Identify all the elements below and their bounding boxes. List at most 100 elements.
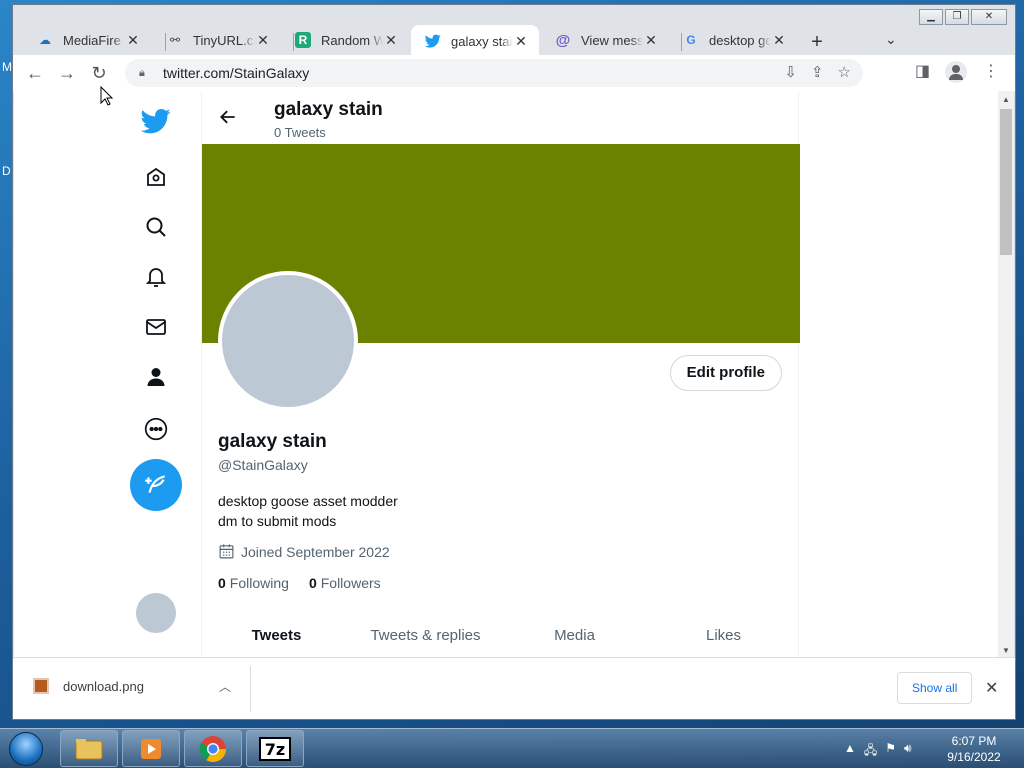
tab-tweets[interactable]: Tweets xyxy=(202,607,351,657)
tab-galaxy-stain[interactable]: galaxy stain ✕ xyxy=(411,25,539,57)
back-button[interactable]: ← xyxy=(23,61,47,85)
joined-date: Joined September 2022 xyxy=(218,543,390,560)
taskbar-clock[interactable]: 6:07 PM 9/16/2022 xyxy=(934,733,1014,765)
chrome-icon xyxy=(199,735,227,762)
scrollbar-thumb[interactable] xyxy=(1000,109,1012,255)
url-text: twitter.com/StainGalaxy xyxy=(163,65,310,81)
profile-person-icon[interactable] xyxy=(136,357,176,397)
clock-date: 9/16/2022 xyxy=(947,750,1001,764)
download-filename: download.png xyxy=(63,678,144,694)
action-center-flag-icon[interactable]: ⚑ xyxy=(885,741,896,762)
tab-title: MediaFire - xyxy=(63,32,125,48)
tab-random-words[interactable]: R Random Wo ✕ xyxy=(281,25,409,55)
volume-icon[interactable]: 🔊︎ xyxy=(904,741,912,762)
follow-stats: 0 Following 0 Followers xyxy=(218,575,381,591)
mediafire-icon: ☁ xyxy=(39,33,51,47)
bookmark-star-icon[interactable]: ☆ xyxy=(838,63,851,81)
taskbar-chrome[interactable] xyxy=(184,730,242,767)
tab-close-icon[interactable]: ✕ xyxy=(255,32,271,49)
tab-title: desktop goo xyxy=(709,32,771,48)
mouse-cursor-icon xyxy=(100,86,114,106)
explore-search-icon[interactable] xyxy=(136,207,176,247)
system-tray: ▲ 🖧 ⚑ 🔊︎ xyxy=(844,741,912,762)
tinyurl-icon: ⚯ xyxy=(169,33,181,47)
account-avatar[interactable] xyxy=(136,593,176,633)
download-options-caret-icon[interactable]: ︿ xyxy=(219,678,231,695)
tab-likes[interactable]: Likes xyxy=(649,607,798,657)
start-button[interactable] xyxy=(4,729,48,768)
tab-view-messages[interactable]: @ View messa ✕ xyxy=(541,25,669,55)
windows-taskbar: 7z ▲ 🖧 ⚑ 🔊︎ 6:07 PM 9/16/2022 xyxy=(0,728,1024,768)
taskbar-explorer[interactable] xyxy=(60,730,118,767)
scroll-down-arrow-icon[interactable]: ▼ xyxy=(1002,646,1010,655)
windows-logo-icon xyxy=(9,732,43,766)
calendar-icon xyxy=(219,544,234,559)
menu-kebab-icon[interactable]: ⋮ xyxy=(983,61,999,81)
download-item[interactable]: download.png xyxy=(33,678,144,694)
tab-close-icon[interactable]: ✕ xyxy=(771,32,787,49)
profile-avatar[interactable] xyxy=(218,271,358,411)
google-icon: G xyxy=(686,33,696,47)
profile-tabs: Tweets Tweets & replies Media Likes xyxy=(202,607,798,657)
tab-close-icon[interactable]: ✕ xyxy=(643,32,659,49)
tab-mediafire[interactable]: ☁ MediaFire - ✕ xyxy=(23,25,151,55)
profile-avatar-icon[interactable] xyxy=(945,61,967,83)
download-shelf: download.png ︿ Show all ✕ xyxy=(13,657,1015,719)
share-icon[interactable]: ⇪ xyxy=(811,63,824,81)
tab-media[interactable]: Media xyxy=(500,607,649,657)
more-options-icon[interactable] xyxy=(136,409,176,449)
reload-button[interactable]: ↻ xyxy=(87,61,111,85)
profile-display-name: galaxy stain xyxy=(218,431,327,452)
svg-text:7z: 7z xyxy=(265,740,285,759)
at-sign-icon: @ xyxy=(555,31,571,49)
tab-google-search[interactable]: G desktop goo ✕ xyxy=(669,25,797,55)
page-viewport: galaxy stain 0 Tweets Edit profile galax… xyxy=(14,91,1014,657)
messages-envelope-icon[interactable] xyxy=(136,307,176,347)
compose-tweet-button[interactable] xyxy=(130,459,182,511)
followers-link[interactable]: 0 Followers xyxy=(309,575,381,591)
tab-tweets-replies[interactable]: Tweets & replies xyxy=(351,607,500,657)
page-scrollbar[interactable]: ▲ ▼ xyxy=(998,91,1014,657)
back-arrow-icon[interactable] xyxy=(218,107,238,127)
header-tweet-count: 0 Tweets xyxy=(274,125,326,140)
twitter-logo-icon[interactable] xyxy=(136,101,176,141)
profile-header: galaxy stain 0 Tweets xyxy=(202,91,798,144)
tab-title: TinyURL.com xyxy=(193,32,255,48)
following-count: 0 xyxy=(218,575,226,591)
tab-search-chevron-icon[interactable]: ⌄ xyxy=(885,31,897,48)
tab-close-icon[interactable]: ✕ xyxy=(513,33,529,50)
tab-title: galaxy stain xyxy=(451,33,513,49)
clock-time: 6:07 PM xyxy=(951,734,997,748)
tab-title: View messa xyxy=(581,32,643,48)
tab-tinyurl[interactable]: ⚯ TinyURL.com ✕ xyxy=(153,25,281,55)
profile-handle: @StainGalaxy xyxy=(218,457,308,473)
omnibox-actions: ⇩ ⇪ ☆ xyxy=(784,63,851,81)
browser-window: ▁ ❐ ✕ ☁ MediaFire - ✕ ⚯ TinyURL.com ✕ R … xyxy=(12,4,1016,720)
network-icon[interactable]: 🖧 xyxy=(864,741,877,762)
header-display-name: galaxy stain xyxy=(274,99,383,120)
forward-button[interactable]: → xyxy=(55,61,79,85)
show-all-downloads-button[interactable]: Show all xyxy=(897,672,973,704)
close-download-shelf-icon[interactable]: ✕ xyxy=(985,678,998,698)
folder-icon xyxy=(75,738,103,759)
taskbar-7zip[interactable]: 7z xyxy=(246,730,304,767)
install-app-icon[interactable]: ⇩ xyxy=(784,63,797,81)
profile-column: galaxy stain 0 Tweets Edit profile galax… xyxy=(201,91,800,657)
feather-plus-icon xyxy=(145,475,165,493)
tab-close-icon[interactable]: ✕ xyxy=(383,32,399,49)
followers-label: Followers xyxy=(320,575,381,591)
home-icon[interactable] xyxy=(136,157,176,197)
tab-close-icon[interactable]: ✕ xyxy=(125,32,141,49)
image-file-icon xyxy=(33,678,49,694)
notifications-bell-icon[interactable] xyxy=(136,257,176,297)
scroll-up-arrow-icon[interactable]: ▲ xyxy=(1002,95,1010,104)
new-tab-button[interactable]: + xyxy=(807,31,827,54)
side-panel-icon[interactable]: ◨ xyxy=(915,61,930,81)
following-link[interactable]: 0 Following xyxy=(218,575,289,591)
edit-profile-button[interactable]: Edit profile xyxy=(669,355,782,391)
browser-toolbar: ← → ↻ 🔒︎ twitter.com/StainGalaxy ⇩ ⇪ ☆ ◨… xyxy=(13,55,1015,91)
taskbar-media-player[interactable] xyxy=(122,730,180,767)
show-hidden-icons-icon[interactable]: ▲ xyxy=(844,741,856,762)
bio-line: dm to submit mods xyxy=(218,513,337,529)
address-bar[interactable]: 🔒︎ twitter.com/StainGalaxy ⇩ ⇪ ☆ xyxy=(125,59,863,87)
